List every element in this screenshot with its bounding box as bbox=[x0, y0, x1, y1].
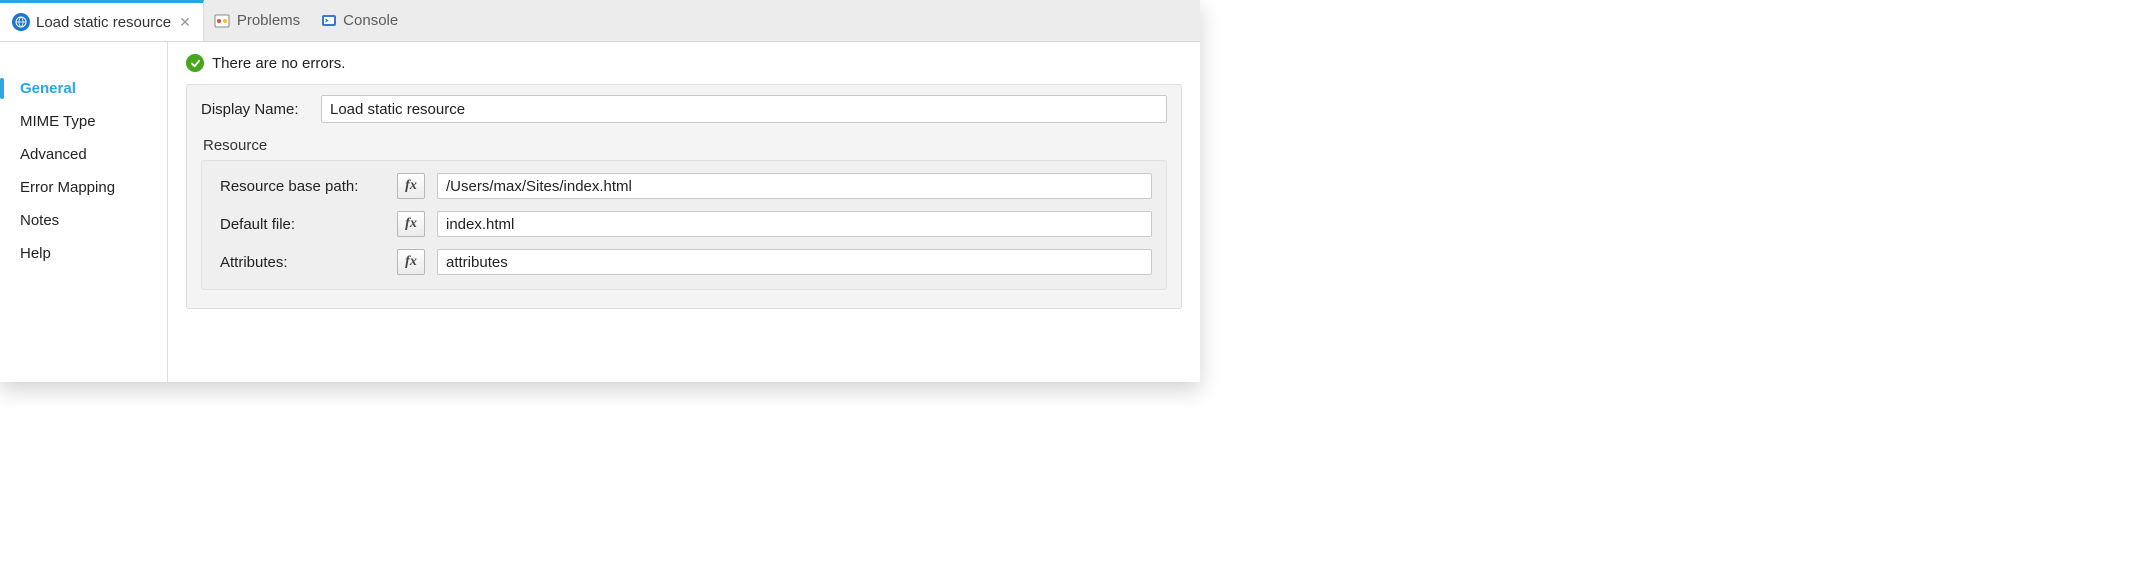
resource-panel: Resource base path: fx Default file: fx … bbox=[201, 160, 1167, 290]
sidebar-item-general[interactable]: General bbox=[0, 72, 167, 105]
default-file-label: Default file: bbox=[220, 216, 385, 233]
default-file-input[interactable] bbox=[437, 211, 1152, 237]
console-icon bbox=[320, 12, 337, 29]
attributes-label: Attributes: bbox=[220, 254, 385, 271]
body-area: General MIME Type Advanced Error Mapping… bbox=[0, 42, 1200, 382]
sidebar-item-mime-type[interactable]: MIME Type bbox=[0, 105, 167, 138]
tab-bar: Load static resource ✕ Problems Console bbox=[0, 0, 1200, 42]
display-name-label: Display Name: bbox=[201, 101, 311, 118]
default-file-row: Default file: fx bbox=[220, 211, 1152, 237]
resource-base-path-input[interactable] bbox=[437, 173, 1152, 199]
tab-label: Load static resource bbox=[36, 14, 171, 31]
general-panel: Display Name: Resource Resource base pat… bbox=[186, 84, 1182, 309]
tab-problems[interactable]: Problems bbox=[204, 0, 310, 41]
fx-icon: fx bbox=[405, 178, 417, 194]
attributes-input[interactable] bbox=[437, 249, 1152, 275]
fx-button-base-path[interactable]: fx bbox=[397, 173, 425, 199]
sidebar-item-label: Notes bbox=[20, 212, 59, 229]
sidebar-item-label: Help bbox=[20, 245, 51, 262]
tab-label: Problems bbox=[237, 12, 300, 29]
check-circle-icon bbox=[186, 54, 204, 72]
fx-button-attributes[interactable]: fx bbox=[397, 249, 425, 275]
sidebar-item-label: Error Mapping bbox=[20, 179, 115, 196]
sidebar-item-error-mapping[interactable]: Error Mapping bbox=[0, 171, 167, 204]
sidebar-item-notes[interactable]: Notes bbox=[0, 204, 167, 237]
tab-load-static-resource[interactable]: Load static resource ✕ bbox=[0, 0, 204, 41]
fx-icon: fx bbox=[405, 216, 417, 232]
globe-icon bbox=[12, 13, 30, 31]
fx-button-default-file[interactable]: fx bbox=[397, 211, 425, 237]
resource-base-path-row: Resource base path: fx bbox=[220, 173, 1152, 199]
editor-window: Load static resource ✕ Problems Console … bbox=[0, 0, 1200, 382]
display-name-row: Display Name: bbox=[201, 95, 1167, 123]
problems-icon bbox=[214, 12, 231, 29]
resource-base-path-label: Resource base path: bbox=[220, 178, 385, 195]
close-icon[interactable]: ✕ bbox=[179, 14, 191, 31]
tab-label: Console bbox=[343, 12, 398, 29]
status-row: There are no errors. bbox=[186, 54, 1182, 72]
fx-icon: fx bbox=[405, 254, 417, 270]
attributes-row: Attributes: fx bbox=[220, 249, 1152, 275]
content-pane: There are no errors. Display Name: Resou… bbox=[168, 42, 1200, 382]
sidebar-item-label: Advanced bbox=[20, 146, 87, 163]
sidebar-item-help[interactable]: Help bbox=[0, 237, 167, 270]
sidebar-item-label: General bbox=[20, 80, 76, 97]
sidebar-item-advanced[interactable]: Advanced bbox=[0, 138, 167, 171]
sidebar: General MIME Type Advanced Error Mapping… bbox=[0, 42, 168, 382]
tab-console[interactable]: Console bbox=[310, 0, 408, 41]
resource-section-title: Resource bbox=[203, 137, 1167, 154]
display-name-input[interactable] bbox=[321, 95, 1167, 123]
sidebar-item-label: MIME Type bbox=[20, 113, 96, 130]
status-text: There are no errors. bbox=[212, 55, 345, 72]
